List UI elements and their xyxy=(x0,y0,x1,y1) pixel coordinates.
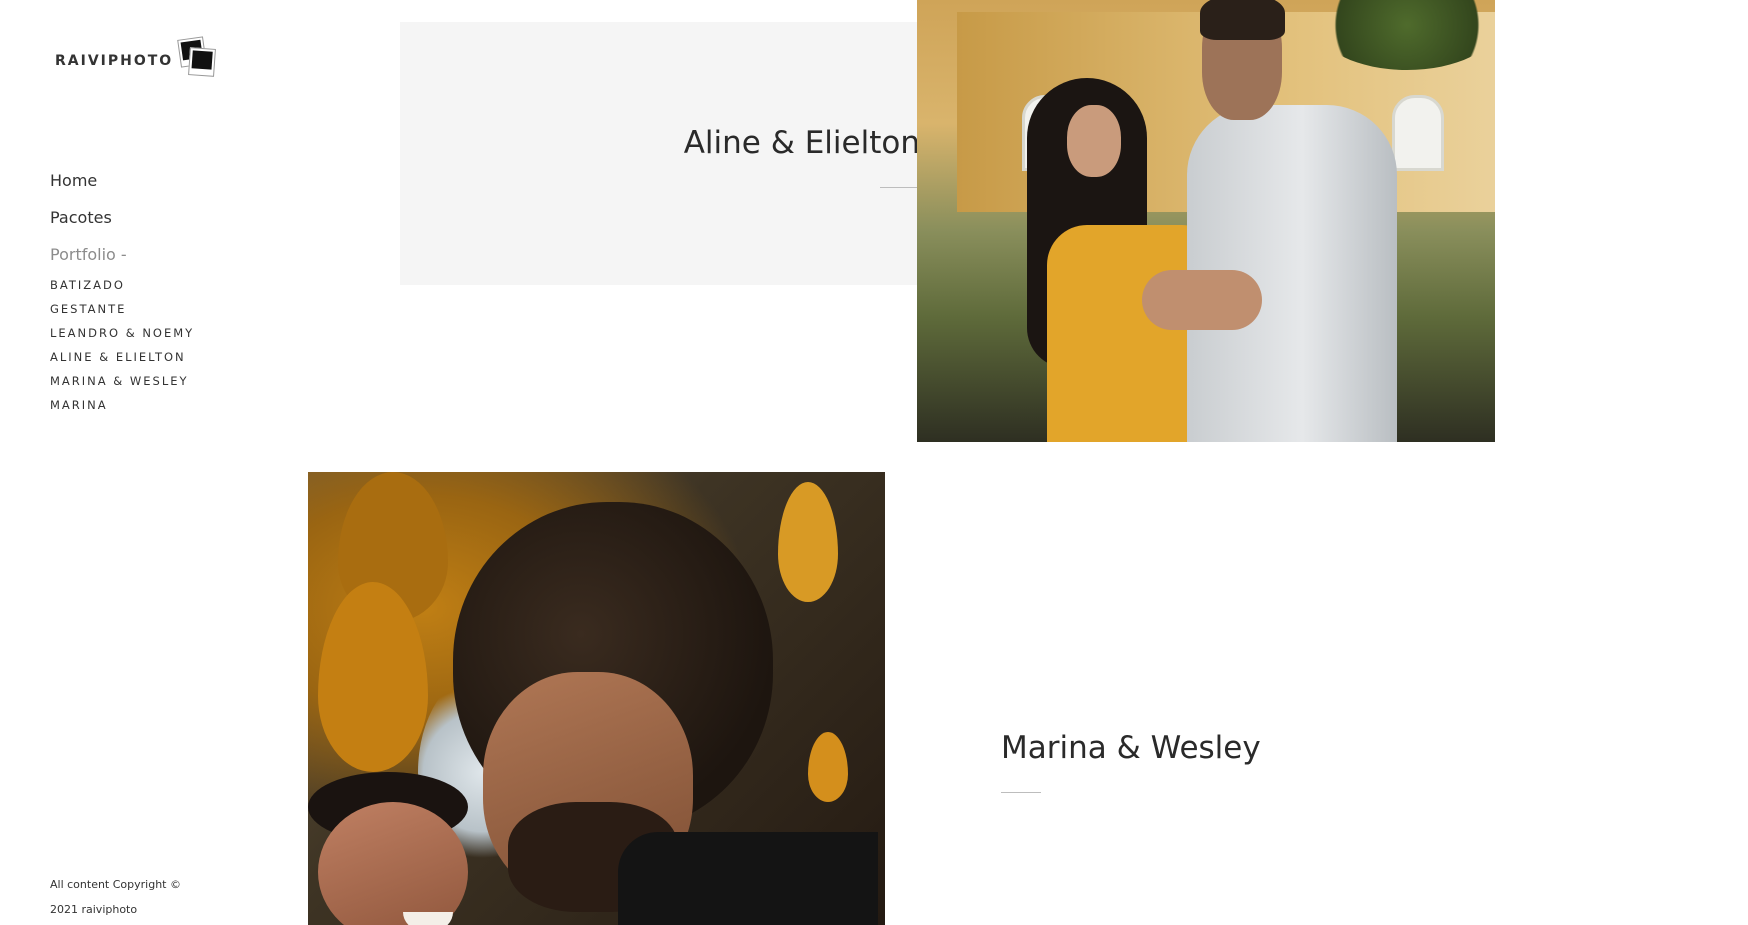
photo-figure xyxy=(1200,0,1285,40)
submenu-item-marina-wesley[interactable]: MARINA & WESLEY xyxy=(50,369,194,393)
portfolio-submenu: BATIZADO GESTANTE LEANDRO & NOEMY ALINE … xyxy=(50,273,194,417)
photo-figure xyxy=(1067,105,1121,177)
nav-item-pacotes[interactable]: Pacotes xyxy=(50,208,194,228)
nav-item-portfolio[interactable]: Portfolio - xyxy=(50,245,194,265)
photo-figure xyxy=(1142,270,1262,330)
gallery-item-title[interactable]: Marina & Wesley xyxy=(1001,730,1261,766)
submenu-item-marina[interactable]: MARINA xyxy=(50,393,194,417)
sidebar: RAIVIPHOTO Home Pacotes Portfolio - BATI… xyxy=(0,0,300,925)
logo-text: RAIVIPHOTO xyxy=(55,53,174,69)
polaroid-stack-icon xyxy=(177,36,219,78)
gallery-item-title: Aline & Elielton xyxy=(683,125,920,161)
submenu-item-batizado[interactable]: BATIZADO xyxy=(50,273,194,297)
site-logo[interactable]: RAIVIPHOTO xyxy=(55,36,219,78)
polaroid-frame xyxy=(188,47,217,77)
nav-item-home[interactable]: Home xyxy=(50,171,194,191)
submenu-item-gestante[interactable]: GESTANTE xyxy=(50,297,194,321)
copyright-line: 2021 raiviphoto xyxy=(50,903,138,916)
photo-leaf xyxy=(778,482,838,602)
title-divider xyxy=(880,187,920,188)
copyright: All content Copyright © 2021 raiviphoto xyxy=(50,872,230,922)
copyright-line: All content Copyright © xyxy=(50,878,181,891)
gallery-item-title-panel[interactable]: Aline & Elielton xyxy=(400,22,978,285)
photo-leaf xyxy=(808,732,848,802)
gallery-item-photo[interactable] xyxy=(308,472,885,925)
submenu-item-leandro-noemy[interactable]: LEANDRO & NOEMY xyxy=(50,321,194,345)
photo-window xyxy=(1392,95,1444,171)
main-nav: Home Pacotes Portfolio - BATIZADO GESTAN… xyxy=(50,171,194,417)
submenu-item-aline-elielton[interactable]: ALINE & ELIELTON xyxy=(50,345,194,369)
photo-figure xyxy=(618,832,878,925)
gallery-item-photo[interactable] xyxy=(917,0,1495,442)
title-divider xyxy=(1001,792,1041,793)
photo-figure xyxy=(403,912,453,925)
